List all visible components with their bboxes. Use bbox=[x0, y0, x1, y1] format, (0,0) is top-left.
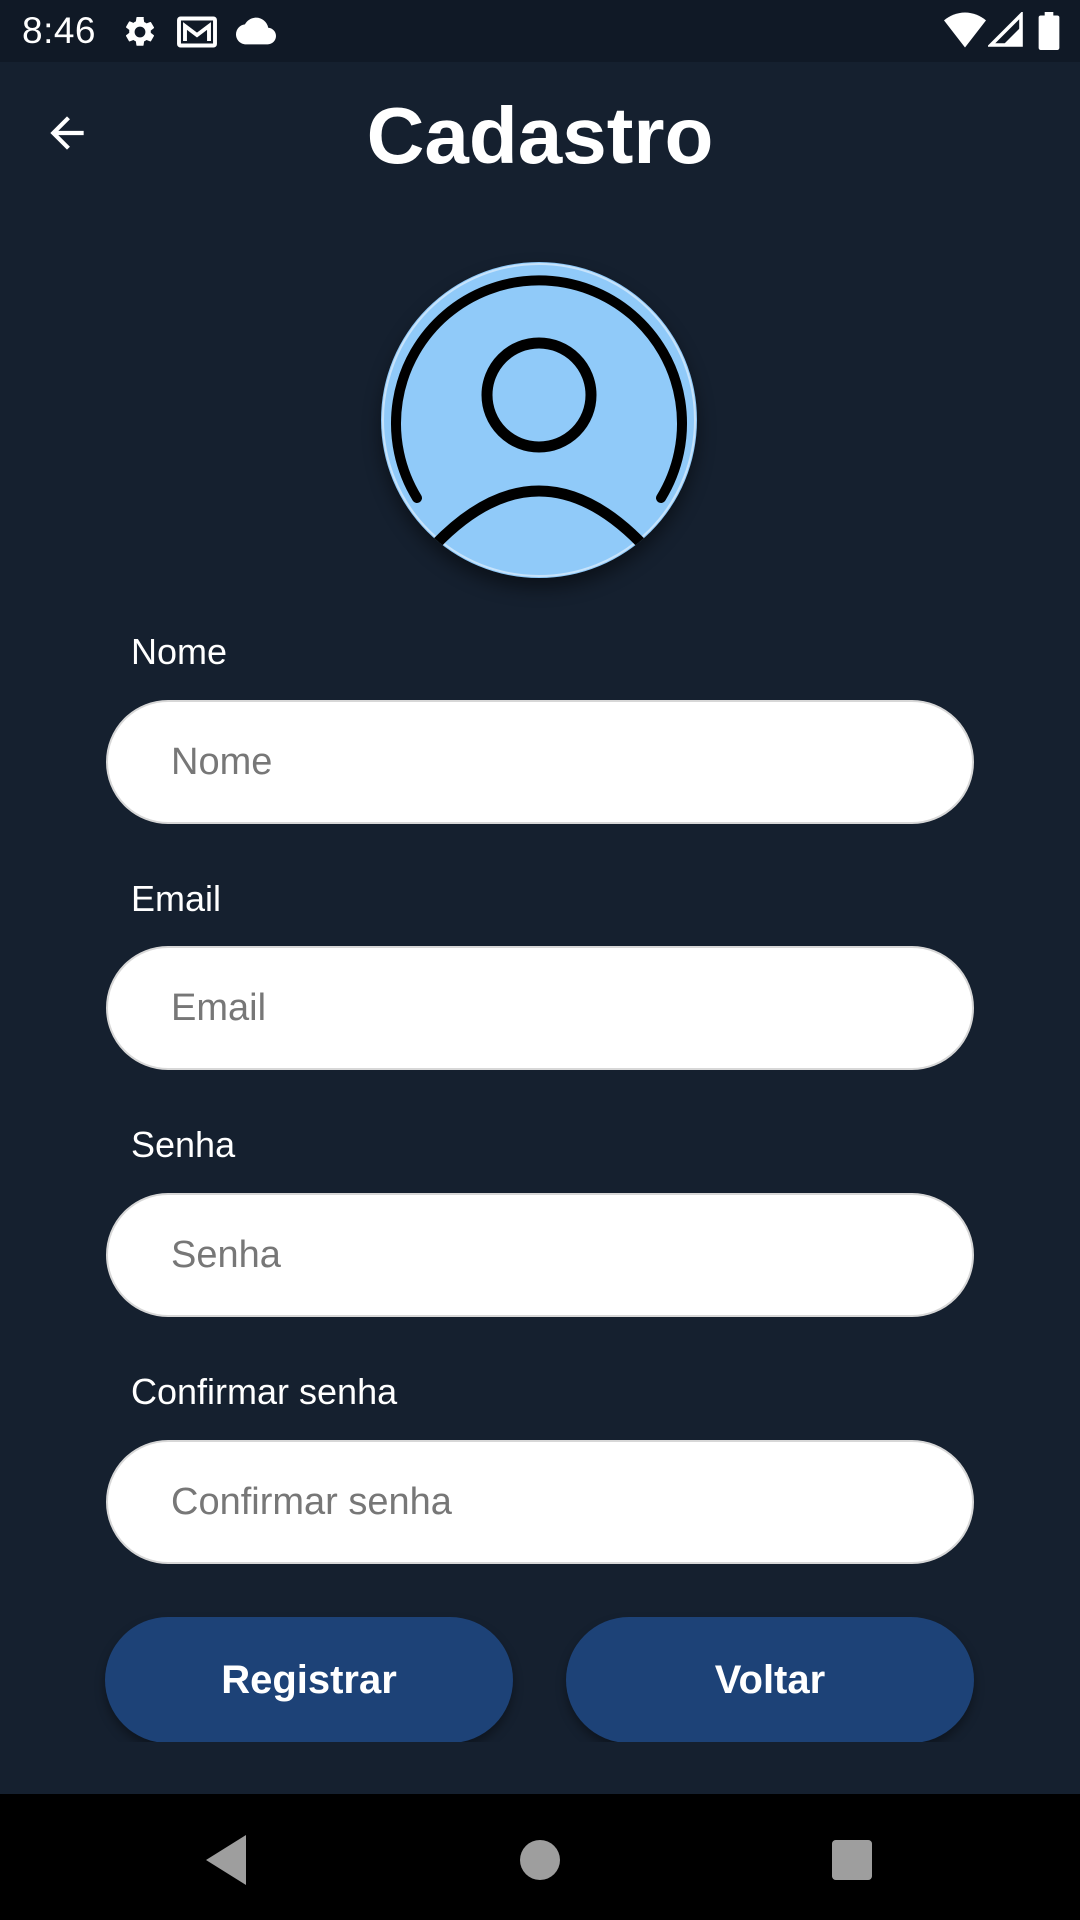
nav-back-icon[interactable] bbox=[196, 1830, 256, 1890]
nav-home-icon[interactable] bbox=[510, 1830, 570, 1890]
register-screen: 8:46 Cadastro Nome Nome Email Email Senh… bbox=[0, 0, 1080, 1920]
actions-container: Registrar Voltar bbox=[0, 0, 1080, 1742]
nav-recents-icon[interactable] bbox=[822, 1830, 882, 1890]
register-button[interactable]: Registrar bbox=[105, 1617, 513, 1742]
navigation-bar bbox=[0, 1794, 1080, 1920]
back-action-button[interactable]: Voltar bbox=[566, 1617, 974, 1742]
